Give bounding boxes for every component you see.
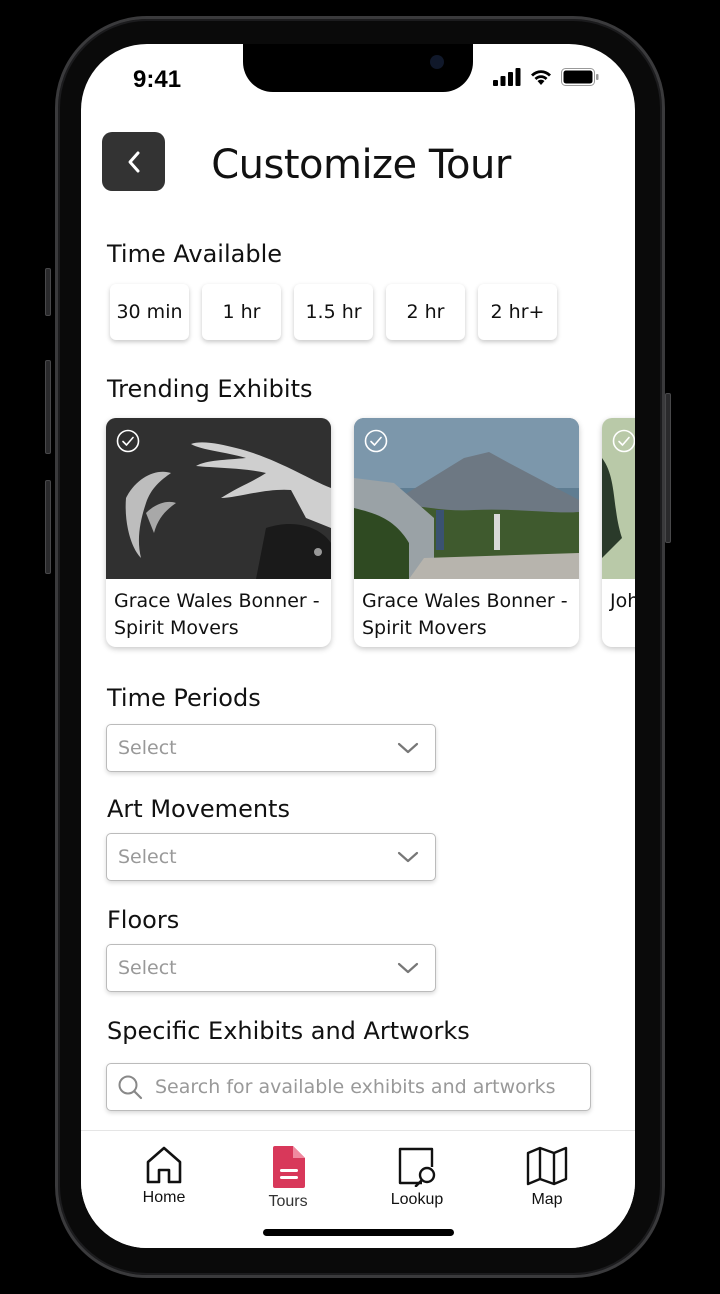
tab-tours[interactable]: Tours [243, 1145, 333, 1211]
chevron-down-icon [397, 742, 419, 754]
power-button [665, 393, 671, 543]
exhibit-title: Grace Wales Bonner - Spirit Movers [362, 590, 568, 639]
volume-up-button [45, 360, 51, 454]
floors-select[interactable]: Select [106, 944, 436, 992]
time-chip-2hr-plus[interactable]: 2 hr+ [478, 284, 557, 340]
time-chip-2hr[interactable]: 2 hr [386, 284, 465, 340]
time-periods-select[interactable]: Select [106, 724, 436, 772]
time-chips: 30 min 1 hr 1.5 hr 2 hr 2 hr+ [110, 284, 557, 340]
trending-carousel[interactable]: Grace Wales Bonner - Spirit Movers Grace… [106, 418, 635, 647]
wifi-icon [531, 70, 551, 85]
status-icons [493, 68, 599, 86]
check-circle-icon[interactable] [116, 429, 140, 453]
tab-label: Home [142, 1189, 186, 1206]
exhibit-card[interactable]: Joh Dia [602, 418, 635, 647]
mute-switch [45, 268, 51, 316]
signal-icon [493, 68, 521, 86]
search-field[interactable] [106, 1063, 591, 1111]
exhibit-card[interactable]: Grace Wales Bonner - Spirit Movers [106, 418, 331, 647]
home-icon [146, 1146, 182, 1184]
status-time: 9:41 [133, 66, 182, 93]
check-circle-icon[interactable] [612, 429, 635, 453]
trending-exhibits-label: Trending Exhibits [107, 375, 313, 403]
select-placeholder: Select [118, 957, 177, 979]
tab-home[interactable]: Home [119, 1145, 209, 1207]
select-placeholder: Select [118, 737, 177, 759]
lookup-icon [398, 1147, 436, 1187]
floors-label: Floors [107, 906, 180, 934]
tab-map[interactable]: Map [502, 1145, 592, 1209]
tab-label: Lookup [390, 1191, 444, 1208]
check-circle-icon[interactable] [364, 429, 388, 453]
tab-label: Tours [268, 1193, 308, 1210]
screen: 9:41 Customize Tour Time Available 30 mi… [81, 44, 635, 1248]
exhibit-title: Joh Dia [610, 590, 635, 612]
notch [243, 44, 473, 92]
battery-icon [561, 68, 599, 86]
select-placeholder: Select [118, 846, 177, 868]
art-movements-label: Art Movements [107, 795, 290, 823]
volume-down-button [45, 480, 51, 574]
time-periods-label: Time Periods [107, 684, 261, 712]
tab-label: Map [531, 1191, 563, 1208]
exhibit-card[interactable]: Grace Wales Bonner - Spirit Movers [354, 418, 579, 647]
exhibit-title: Grace Wales Bonner - Spirit Movers [114, 590, 320, 639]
chevron-down-icon [397, 851, 419, 863]
search-input[interactable] [155, 1076, 575, 1098]
time-available-label: Time Available [107, 240, 282, 268]
search-icon [118, 1075, 143, 1100]
tours-document-icon [273, 1146, 305, 1188]
chevron-down-icon [397, 962, 419, 974]
page-title: Customize Tour [211, 142, 511, 188]
home-indicator [263, 1229, 454, 1236]
time-chip-1-5hr[interactable]: 1.5 hr [294, 284, 373, 340]
map-icon [526, 1146, 568, 1186]
camera [430, 55, 444, 69]
art-movements-select[interactable]: Select [106, 833, 436, 881]
time-chip-30min[interactable]: 30 min [110, 284, 189, 340]
time-chip-1hr[interactable]: 1 hr [202, 284, 281, 340]
tab-lookup[interactable]: Lookup [372, 1145, 462, 1209]
specific-exhibits-label: Specific Exhibits and Artworks [107, 1017, 470, 1045]
